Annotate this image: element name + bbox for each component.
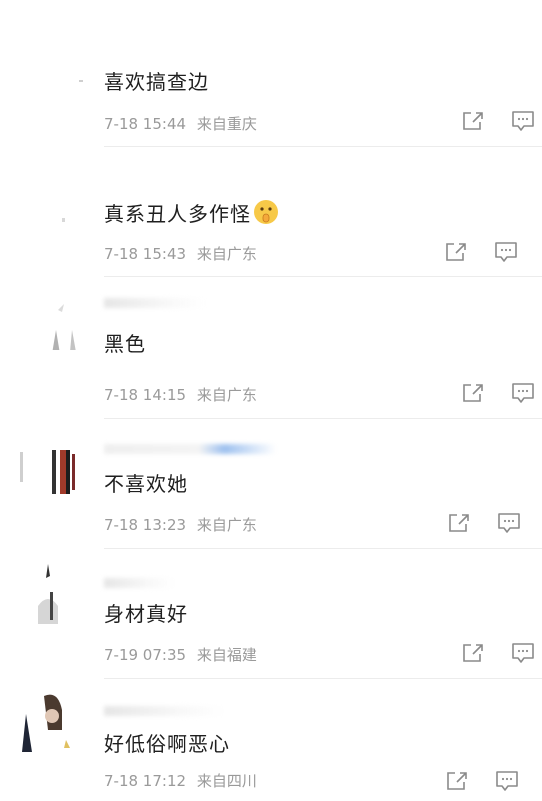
divider [104,146,542,147]
comment-meta: 7-18 15:43 来自广东 [104,243,257,264]
comment-meta: 7-19 07:35 来自福建 [104,644,257,665]
comment-item: 不喜欢她 7-18 13:23 来自广东 [0,418,542,549]
divider [104,276,542,277]
comment-text: 身材真好 [104,602,188,626]
comment-text: 喜欢搞查边 [104,70,209,94]
avatar[interactable] [62,218,65,222]
comment-location: 来自重庆 [196,115,257,133]
comment-time: 7-18 15:43 [104,245,187,263]
shushing-face-emoji [253,199,279,230]
comment-location: 来自广东 [196,245,257,263]
comment-time: 7-19 07:35 [104,646,187,664]
comment-item: 喜欢搞查边 7-18 15:44 来自重庆 [0,0,542,150]
comment-icon [498,513,520,533]
comment-item: 黑色 7-18 14:15 来自广东 [0,278,542,419]
share-button[interactable] [445,242,467,262]
username-placeholder [104,298,204,308]
reply-button[interactable] [512,383,534,403]
comment-icon [495,242,517,262]
comment-icon [512,111,534,131]
avatar[interactable] [18,432,80,494]
share-icon [463,644,483,662]
avatar[interactable] [44,290,84,354]
comment-icon [512,643,534,663]
share-button[interactable] [462,643,484,663]
reply-button[interactable] [495,242,517,262]
comment-icon [512,383,534,403]
comment-text: 真系丑人多作怪 [104,198,279,230]
reply-button[interactable] [498,513,520,533]
comment-item: 真系丑人多作怪 7-18 15:43 来自广东 [0,150,542,278]
share-icon [447,772,467,790]
comment-time: 7-18 13:23 [104,516,187,534]
comment-meta: 7-18 17:12 来自四川 [104,770,257,791]
username-placeholder [104,444,276,454]
username-placeholder [104,706,224,716]
comment-text: 不喜欢她 [104,472,188,496]
reply-button[interactable] [512,643,534,663]
share-icon [463,112,483,130]
comment-time: 7-18 17:12 [104,772,187,790]
comment-location: 来自四川 [196,772,257,790]
comment-text: 黑色 [104,332,146,356]
username-placeholder [104,578,174,588]
comment-location: 来自福建 [196,646,257,664]
comment-meta: 7-18 14:15 来自广东 [104,384,257,405]
share-icon [446,243,466,261]
comment-time: 7-18 14:15 [104,386,187,404]
comment-item: 身材真好 7-19 07:35 来自福建 [0,548,542,679]
share-icon [463,384,483,402]
share-button[interactable] [462,111,484,131]
comment-time: 7-18 15:44 [104,115,187,133]
comment-text: 好低俗啊恶心 [104,732,230,756]
reply-button[interactable] [512,111,534,131]
comment-meta: 7-18 13:23 来自广东 [104,514,257,535]
comment-location: 来自广东 [196,516,257,534]
share-button[interactable] [448,513,470,533]
avatar[interactable] [79,80,83,82]
comment-location: 来自广东 [196,386,257,404]
share-button[interactable] [462,383,484,403]
reply-button[interactable] [496,771,518,791]
avatar[interactable] [18,690,80,752]
avatar[interactable] [30,562,70,624]
comment-item: 好低俗啊恶心 7-18 17:12 来自四川 [0,678,542,801]
share-button[interactable] [446,771,468,791]
comment-icon [496,771,518,791]
comment-text-content: 真系丑人多作怪 [104,202,251,226]
comment-meta: 7-18 15:44 来自重庆 [104,113,257,134]
share-icon [449,514,469,532]
